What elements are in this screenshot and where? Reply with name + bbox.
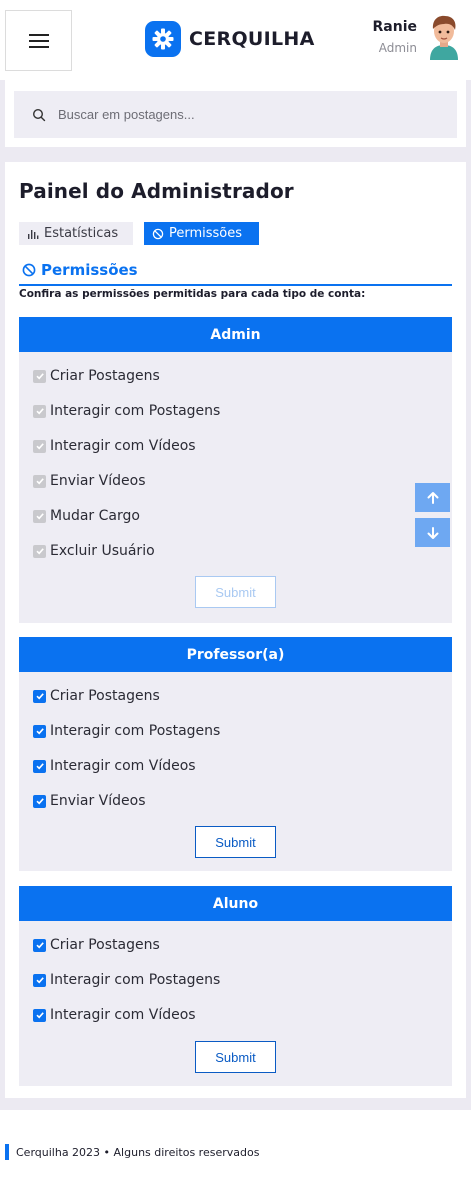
permission-item[interactable]: Criar Postagens [33,688,160,704]
gear-logo-icon [145,21,181,57]
permission-label: Interagir com Vídeos [50,758,196,774]
page-title: Painel do Administrador [19,179,294,203]
checkbox [33,474,46,488]
menu-icon-line [28,39,49,42]
scroll-down-button[interactable] [415,518,450,547]
user-role: Admin [378,41,417,55]
permission-item: Mudar Cargo [33,508,140,524]
checkbox [33,404,46,418]
checkbox[interactable] [33,1008,46,1022]
permission-label: Interagir com Postagens [50,972,221,988]
checkbox[interactable] [33,794,46,808]
checkbox [33,509,46,523]
permission-label: Interagir com Postagens [50,403,221,419]
brand-name: CERQUILHA [189,28,315,50]
footer: Cerquilha 2023 • Alguns direitos reserva… [5,1144,259,1160]
tab-statistics[interactable]: Estatísticas [19,222,133,245]
checkbox[interactable] [33,724,46,738]
permission-item: Interagir com Postagens [33,403,220,419]
permission-item[interactable]: Interagir com Vídeos [33,758,196,774]
permission-label: Criar Postagens [50,688,160,704]
checkbox [33,439,46,453]
section-divider [19,284,452,286]
ban-icon [22,263,36,277]
arrow-up-icon [427,491,438,504]
permission-label: Criar Postagens [50,368,160,384]
permission-item[interactable]: Criar Postagens [33,937,160,953]
search-bar[interactable] [14,91,457,138]
search-input[interactable] [58,107,418,122]
tab-permissions-label: Permissões [169,226,243,241]
checkbox [33,369,46,383]
permission-label: Mudar Cargo [50,508,140,524]
permission-item: Enviar Vídeos [33,473,146,489]
group-header: Professor(a) [19,637,452,672]
section-title: Permissões [41,261,138,279]
footer-accent-bar [5,1144,9,1160]
top-header: CERQUILHA Ranie Admin [0,0,471,80]
group-header: Aluno [19,886,452,921]
permission-item: Excluir Usuário [33,543,155,559]
checkbox [33,544,46,558]
permission-label: Excluir Usuário [50,543,155,559]
scroll-up-button[interactable] [415,483,450,512]
ban-icon [152,228,164,239]
avatar [430,15,458,60]
permission-label: Enviar Vídeos [50,473,146,489]
checkbox[interactable] [33,689,46,703]
permission-label: Interagir com Vídeos [50,1007,196,1023]
permission-item[interactable]: Interagir com Postagens [33,723,220,739]
permission-item[interactable]: Interagir com Vídeos [33,1007,196,1023]
user-menu[interactable]: Ranie Admin [373,14,462,60]
section-description: Confira as permissões permitidas para ca… [19,288,366,300]
permission-item: Interagir com Vídeos [33,438,196,454]
permission-group-aluno: Aluno Criar Postagens Interagir com Post… [19,886,452,1086]
section-heading: Permissões [22,261,138,279]
group-header: Admin [19,317,452,352]
permission-item[interactable]: Enviar Vídeos [33,793,146,809]
hamburger-menu-button[interactable] [5,10,72,71]
bar-chart-icon [28,229,39,239]
tab-statistics-label: Estatísticas [44,226,119,241]
submit-button[interactable]: Submit [195,1041,276,1073]
permission-group-admin: Admin Criar Postagens Interagir com Post… [19,317,452,623]
checkbox[interactable] [33,759,46,773]
arrow-down-icon [427,526,438,539]
brand-logo[interactable]: CERQUILHA [145,21,315,57]
permission-item[interactable]: Interagir com Postagens [33,972,220,988]
permission-group-professor: Professor(a) Criar Postagens Interagir c… [19,637,452,871]
footer-text: Cerquilha 2023 • Alguns direitos reserva… [16,1145,260,1159]
permission-label: Interagir com Postagens [50,723,221,739]
permission-label: Criar Postagens [50,937,160,953]
checkbox[interactable] [33,973,46,987]
user-name: Ranie [372,19,418,35]
submit-button: Submit [195,576,276,608]
permission-label: Enviar Vídeos [50,793,146,809]
tab-permissions[interactable]: Permissões [144,222,259,245]
menu-icon-line [28,33,49,36]
search-icon [32,108,46,121]
checkbox[interactable] [33,938,46,952]
submit-button[interactable]: Submit [195,826,276,858]
permission-item: Criar Postagens [33,368,160,384]
permission-label: Interagir com Vídeos [50,438,196,454]
menu-icon-line [28,45,49,48]
